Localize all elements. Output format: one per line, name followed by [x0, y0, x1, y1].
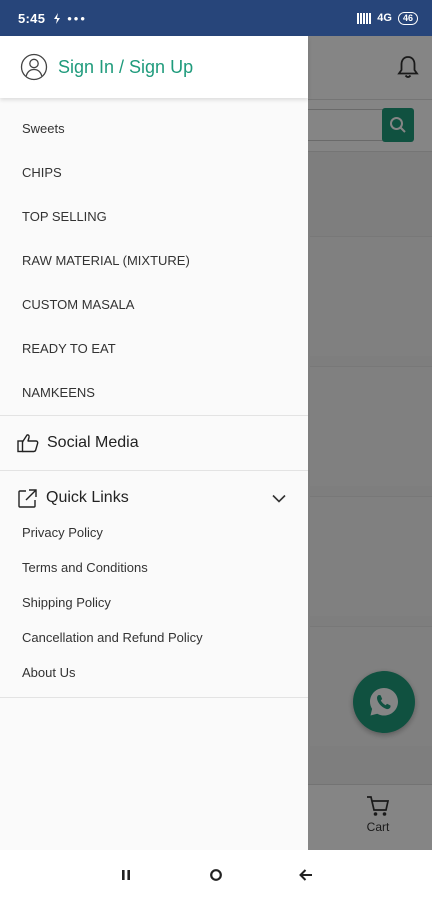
home-button[interactable]	[206, 865, 226, 885]
battery-icon: 46	[397, 11, 418, 25]
drawer-body: Sweets CHIPS TOP SELLING RAW MATERIAL (M…	[0, 98, 308, 850]
thumbs-up-icon	[17, 434, 39, 453]
chevron-down-icon[interactable]	[272, 494, 286, 503]
category-item-top-selling[interactable]: TOP SELLING	[0, 195, 308, 239]
back-arrow-icon	[299, 869, 312, 881]
sign-in-link[interactable]: Sign In / Sign Up	[58, 57, 193, 78]
category-item-sweets[interactable]: Sweets	[0, 107, 308, 151]
more-notifications-icon: •••	[67, 10, 87, 26]
signal-icon	[357, 12, 372, 24]
social-media-label: Social Media	[47, 434, 139, 451]
recents-button[interactable]	[116, 865, 136, 885]
recents-icon	[122, 870, 130, 880]
back-button[interactable]	[296, 865, 316, 885]
category-item-custom-masala[interactable]: CUSTOM MASALA	[0, 283, 308, 327]
status-time: 5:45	[18, 10, 46, 26]
network-type: 4G	[377, 12, 392, 24]
status-right: 4G 46	[357, 11, 418, 25]
link-privacy-policy[interactable]: Privacy Policy	[0, 515, 308, 550]
link-terms-and-conditions[interactable]: Terms and Conditions	[0, 550, 308, 585]
system-nav-bar	[0, 850, 432, 900]
user-icon	[20, 53, 48, 81]
status-bar: 5:45 ••• 4G 46	[0, 0, 432, 36]
link-shipping-policy[interactable]: Shipping Policy	[0, 585, 308, 620]
battery-level: 46	[402, 13, 413, 23]
category-item-namkeens[interactable]: NAMKEENS	[0, 371, 308, 415]
quick-links-label: Quick Links	[46, 489, 129, 506]
category-item-raw-material[interactable]: RAW MATERIAL (MIXTURE)	[0, 239, 308, 283]
category-item-ready-to-eat[interactable]: READY TO EAT	[0, 327, 308, 371]
navigation-drawer: Sign In / Sign Up Sweets CHIPS TOP SELLI…	[0, 36, 308, 850]
usb-icon	[54, 12, 61, 24]
quick-links-list: Privacy Policy Terms and Conditions Ship…	[0, 515, 308, 697]
divider	[0, 697, 308, 698]
link-about-us[interactable]: About Us	[0, 655, 308, 690]
category-list: Sweets CHIPS TOP SELLING RAW MATERIAL (M…	[0, 98, 308, 415]
social-media-row[interactable]: Social Media	[0, 416, 308, 470]
home-icon	[210, 869, 222, 881]
sign-in-row[interactable]: Sign In / Sign Up	[0, 36, 308, 98]
notification-icons: •••	[53, 11, 87, 26]
category-item-chips[interactable]: CHIPS	[0, 151, 308, 195]
external-link-icon	[18, 488, 37, 508]
link-cancellation-refund-policy[interactable]: Cancellation and Refund Policy	[0, 620, 308, 655]
